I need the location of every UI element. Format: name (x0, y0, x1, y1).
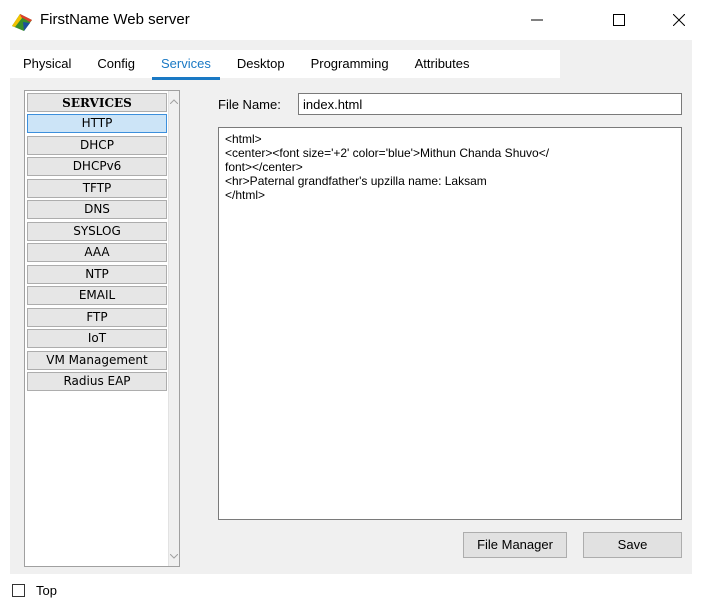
tab-bar: Physical Config Services Desktop Program… (10, 50, 560, 80)
minimize-button[interactable] (514, 0, 560, 40)
service-http-button[interactable]: HTTP (27, 114, 167, 133)
service-vm-management-button[interactable]: VM Management (27, 350, 167, 370)
maximize-icon (613, 14, 625, 26)
services-panel: SERVICES HTTP DHCP DHCPv6 TFTP DNS SYSLO… (24, 90, 180, 567)
save-button[interactable]: Save (583, 532, 682, 558)
maximize-button[interactable] (596, 0, 642, 40)
tab-attributes[interactable]: Attributes (402, 50, 483, 78)
service-dhcp-button[interactable]: DHCP (27, 135, 167, 155)
service-email-button[interactable]: EMAIL (27, 286, 167, 305)
tab-physical[interactable]: Physical (10, 50, 84, 78)
top-checkbox-label: Top (36, 583, 57, 598)
service-syslog-button[interactable]: SYSLOG (27, 221, 167, 241)
title-bar: FirstName Web server (0, 0, 703, 40)
tab-services[interactable]: Services (148, 50, 224, 80)
tab-programming[interactable]: Programming (298, 50, 402, 78)
tab-desktop[interactable]: Desktop (224, 50, 298, 78)
services-header: SERVICES (27, 93, 167, 112)
service-aaa-button[interactable]: AAA (27, 243, 167, 262)
top-checkbox[interactable] (12, 584, 25, 597)
html-editor-textarea[interactable]: <html> <center><font size='+2' color='bl… (218, 127, 682, 520)
service-ftp-button[interactable]: FTP (27, 307, 167, 327)
file-manager-button[interactable]: File Manager (463, 532, 567, 558)
services-list: SERVICES HTTP DHCP DHCPv6 TFTP DNS SYSLO… (27, 93, 167, 394)
chevron-down-icon (170, 553, 178, 559)
service-ntp-button[interactable]: NTP (27, 264, 167, 284)
service-tftp-button[interactable]: TFTP (27, 178, 167, 198)
close-icon (673, 14, 685, 26)
service-dns-button[interactable]: DNS (27, 200, 167, 219)
service-iot-button[interactable]: IoT (27, 329, 167, 348)
file-name-input[interactable] (298, 93, 682, 115)
file-name-label: File Name: (218, 97, 281, 112)
tab-config[interactable]: Config (84, 50, 148, 78)
scroll-down-button[interactable] (169, 548, 179, 564)
close-button[interactable] (656, 0, 702, 40)
packet-tracer-server-icon (12, 14, 32, 31)
chevron-up-icon (170, 98, 178, 104)
service-radius-eap-button[interactable]: Radius EAP (27, 372, 167, 391)
service-dhcpv6-button[interactable]: DHCPv6 (27, 157, 167, 176)
window-title: FirstName Web server (40, 11, 190, 28)
scroll-up-button[interactable] (169, 93, 179, 109)
window-client-area: Physical Config Services Desktop Program… (10, 40, 692, 574)
services-scrollbar[interactable] (168, 91, 179, 566)
minimize-icon (531, 19, 543, 21)
